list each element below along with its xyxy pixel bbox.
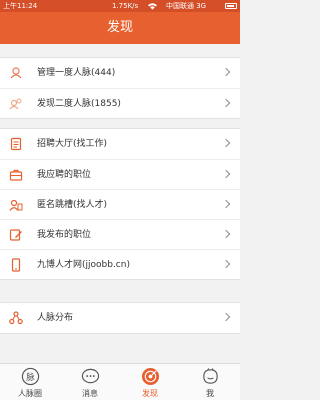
tab-label: 我 (206, 389, 214, 398)
tab-me[interactable]: 我 (180, 364, 240, 400)
list-item-jjoobb-site[interactable]: 九博人才网(jjoobb.cn) (0, 249, 240, 279)
list-item-posted-jobs[interactable]: 我发布的职位 (0, 219, 240, 249)
battery-icon (225, 3, 237, 9)
list-item-anonymous-switch[interactable]: 匿名跳槽(找人才) (0, 189, 240, 219)
list-item-label: 我应聘的职位 (37, 170, 92, 180)
chevron-right-icon (221, 229, 231, 239)
list-item-applied-jobs[interactable]: 我应聘的职位 (0, 159, 240, 189)
contacts-group: 管理一度人脉(444) 发现二度人脉(1855) (0, 57, 240, 119)
chevron-right-icon (221, 138, 231, 148)
person-id-icon (9, 199, 23, 211)
profile-icon (202, 368, 218, 384)
status-time: 上午11:24 (3, 2, 38, 10)
list-item-label: 招聘大厅(找工作) (37, 139, 108, 149)
carrier-label: 中国联通 3G (166, 2, 207, 10)
list-item-label: 管理一度人脉(444) (37, 68, 116, 78)
list-item-second-degree[interactable]: 发现二度人脉(1855) (0, 88, 240, 118)
chevron-right-icon (221, 169, 231, 179)
chevron-right-icon (221, 98, 231, 108)
contacts-secondary-icon (9, 98, 22, 110)
list-item-network-distribution[interactable]: 人脉分布 (0, 303, 240, 333)
tab-discover[interactable]: 发现 (120, 364, 180, 400)
list-item-label: 匿名跳槽(找人才) (37, 200, 108, 210)
chevron-right-icon (221, 259, 231, 269)
recruitment-group: 招聘大厅(找工作) 我应聘的职位 匿名跳槽(找人才) 我发布的职位 九博人才网(… (0, 128, 240, 280)
chevron-right-icon (221, 67, 231, 77)
edit-post-icon (9, 229, 22, 241)
list-item-first-degree[interactable]: 管理一度人脉(444) (0, 58, 240, 88)
network-group: 人脉分布 (0, 302, 240, 334)
list-item-label: 发现二度人脉(1855) (37, 99, 121, 109)
tab-label: 发现 (142, 389, 158, 398)
tab-messages[interactable]: 消息 (60, 364, 120, 400)
chevron-right-icon (221, 312, 231, 322)
tab-contacts-circle[interactable]: 脉 人脉圈 (0, 364, 60, 400)
status-bar: 上午11:24 1.75K/s 中国联通 3G (0, 0, 240, 12)
network-speed: 1.75K/s (112, 2, 139, 10)
compass-icon (141, 367, 159, 386)
circle-icon: 脉 (21, 367, 39, 386)
list-item-job-hall[interactable]: 招聘大厅(找工作) (0, 129, 240, 159)
briefcase-icon (9, 169, 23, 181)
chevron-right-icon (221, 199, 231, 209)
tab-label: 消息 (82, 389, 98, 398)
contacts-icon (10, 67, 22, 79)
network-icon (9, 311, 23, 325)
mobile-icon (11, 258, 21, 272)
list-item-label: 我发布的职位 (37, 230, 92, 240)
wifi-icon (148, 3, 157, 10)
page-title-bar: 发现 (0, 12, 240, 44)
chat-bubble-icon (81, 368, 99, 384)
tab-label: 人脉圈 (18, 389, 42, 398)
list-item-label: 人脉分布 (37, 313, 74, 323)
bottom-tab-bar: 脉 人脉圈 消息 发现 我 (0, 363, 240, 400)
page-title: 发现 (106, 20, 133, 35)
circle-icon-text: 脉 (26, 372, 35, 383)
document-icon (10, 137, 22, 151)
list-item-label: 九博人才网(jjoobb.cn) (37, 260, 130, 270)
